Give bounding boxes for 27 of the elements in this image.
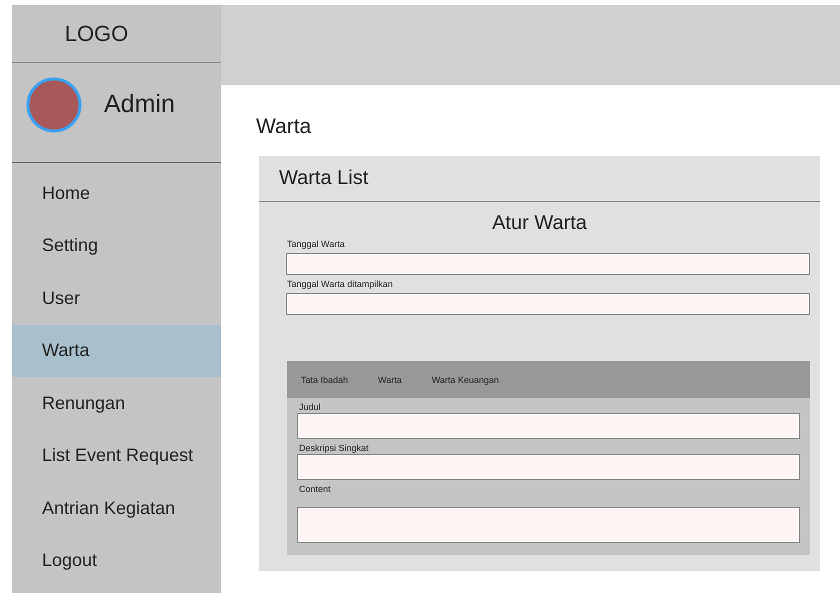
field-label: Judul — [299, 402, 321, 412]
sidebar-item[interactable]: List Event Request — [12, 430, 221, 482]
tab[interactable]: Tata Ibadah — [301, 374, 348, 384]
field-label: Content — [299, 484, 331, 494]
sidebar-item[interactable]: Home — [12, 167, 221, 220]
input-field[interactable] — [297, 413, 800, 439]
field-label: Tanggal Warta — [287, 239, 345, 249]
sidebar-item[interactable]: Warta — [12, 324, 221, 377]
field-label: Deskripsi Singkat — [299, 443, 369, 453]
sidebar-item[interactable]: Antrian Kegiatan — [12, 482, 221, 534]
avatar — [26, 76, 82, 132]
input-field[interactable] — [286, 293, 810, 315]
user-name: Admin — [104, 90, 175, 119]
logo: LOGO — [64, 20, 128, 46]
page-title: Warta — [256, 115, 312, 139]
input-field[interactable] — [286, 253, 810, 275]
card-title: Warta List — [279, 167, 368, 190]
text-area[interactable] — [297, 507, 800, 543]
tab[interactable]: Warta Keuangan — [432, 374, 499, 384]
sidebar-item[interactable]: Logout — [12, 534, 221, 587]
sidebar-item[interactable]: Renungan — [12, 377, 221, 430]
input-field[interactable] — [297, 454, 800, 480]
form-title: Atur Warta — [492, 212, 587, 235]
tab[interactable]: Warta — [378, 374, 402, 384]
sidebar-item[interactable]: Setting — [12, 220, 221, 272]
field-label: Tanggal Warta ditampilkan — [287, 279, 393, 289]
sidebar-item[interactable]: User — [12, 272, 221, 324]
